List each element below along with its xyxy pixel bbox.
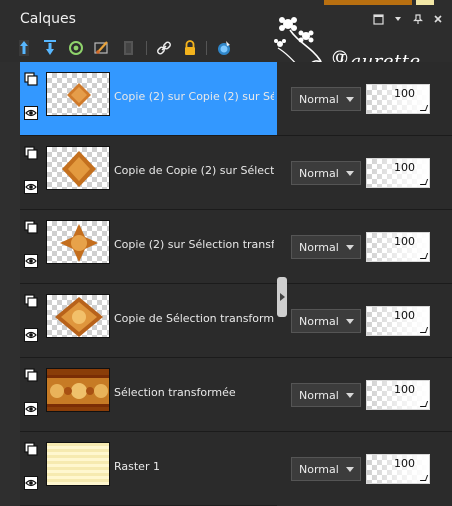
- opacity-field[interactable]: 100: [366, 380, 430, 410]
- panel-window-controls: [372, 13, 444, 25]
- link-icon[interactable]: [154, 38, 174, 58]
- layer-row-main[interactable]: Copie (2) sur Copie (2) sur Sélec: [20, 62, 277, 136]
- layer-name[interactable]: Copie (2) sur Copie (2) sur Sélec: [114, 90, 274, 103]
- layer-type-icon[interactable]: [24, 368, 38, 382]
- layers-gutter: [0, 62, 20, 506]
- layer-name[interactable]: Copie de Copie (2) sur Sélection: [114, 164, 274, 177]
- chevron-down-icon: [346, 245, 354, 250]
- blend-mode-select[interactable]: Normal: [291, 235, 361, 259]
- chevron-down-icon[interactable]: [392, 13, 404, 25]
- new-adjustment-layer-icon[interactable]: [66, 38, 86, 58]
- accent-strip-cream: [416, 0, 434, 5]
- eye-icon[interactable]: [24, 106, 38, 120]
- opacity-value: 100: [394, 235, 415, 248]
- opacity-value: 100: [394, 161, 415, 174]
- layer-name[interactable]: Sélection transformée: [114, 386, 274, 399]
- layer-thumbnail[interactable]: [46, 72, 110, 116]
- layer-row-main[interactable]: Sélection transformée: [20, 358, 277, 432]
- pin-icon[interactable]: [412, 13, 424, 25]
- close-icon[interactable]: [432, 13, 444, 25]
- opacity-field[interactable]: 100: [366, 306, 430, 336]
- opacity-field[interactable]: 100: [366, 158, 430, 188]
- new-vector-layer-icon[interactable]: [40, 38, 60, 58]
- layer-thumbnail[interactable]: [46, 146, 110, 190]
- blend-mode-value: Normal: [299, 388, 339, 402]
- chevron-right-icon: [279, 293, 285, 301]
- eye-icon[interactable]: [24, 328, 38, 342]
- layer-name[interactable]: Copie (2) sur Sélection transfor: [114, 238, 274, 251]
- layer-row-main[interactable]: Copie de Sélection transformée: [20, 284, 277, 358]
- layer-row[interactable]: Sélection transformée Normal 100: [20, 358, 452, 432]
- toolbar-separator: [206, 41, 207, 55]
- layer-name[interactable]: Raster 1: [114, 460, 274, 473]
- chevron-down-icon: [346, 319, 354, 324]
- opacity-field[interactable]: 100: [366, 232, 430, 262]
- layer-thumbnail[interactable]: [46, 220, 110, 264]
- panel-options-icon[interactable]: [372, 13, 384, 25]
- new-raster-layer-icon[interactable]: [14, 38, 34, 58]
- layer-row[interactable]: Copie (2) sur Copie (2) sur Sélec Normal…: [20, 62, 452, 136]
- accent-strip-brown: [324, 0, 412, 5]
- opacity-value: 100: [394, 383, 415, 396]
- layer-name[interactable]: Copie de Sélection transformée: [114, 312, 274, 325]
- layer-row-main[interactable]: Copie (2) sur Sélection transfor: [20, 210, 277, 284]
- layer-type-icon[interactable]: [24, 442, 38, 456]
- layers-toolbar: [0, 34, 452, 62]
- blend-mode-value: Normal: [299, 462, 339, 476]
- chevron-down-icon: [346, 171, 354, 176]
- opacity-field[interactable]: 100: [366, 454, 430, 484]
- lock-icon[interactable]: [180, 38, 200, 58]
- opacity-field[interactable]: 100: [366, 84, 430, 114]
- chevron-down-icon: [346, 97, 354, 102]
- eye-icon[interactable]: [24, 476, 38, 490]
- layer-type-icon[interactable]: [24, 294, 38, 308]
- paintbrush-icon[interactable]: [92, 38, 112, 58]
- chevron-down-icon: [346, 467, 354, 472]
- opacity-value: 100: [394, 87, 415, 100]
- layer-thumbnail[interactable]: [46, 368, 110, 412]
- eye-drop-icon[interactable]: [214, 38, 234, 58]
- layer-row-main[interactable]: Raster 1: [20, 432, 277, 506]
- opacity-value: 100: [394, 457, 415, 470]
- layer-row[interactable]: Raster 1 Normal 100: [20, 432, 452, 506]
- panel-title-bar: Calques: [0, 0, 452, 34]
- opacity-value: 100: [394, 309, 415, 322]
- blend-mode-value: Normal: [299, 166, 339, 180]
- layer-row[interactable]: Copie (2) sur Sélection transfor Normal …: [20, 210, 452, 284]
- blend-mode-select[interactable]: Normal: [291, 457, 361, 481]
- delete-layer-icon[interactable]: [118, 38, 138, 58]
- blend-mode-select[interactable]: Normal: [291, 161, 361, 185]
- layer-thumbnail[interactable]: [46, 294, 110, 338]
- panel-title: Calques: [20, 11, 76, 27]
- layer-row[interactable]: Copie de Sélection transformée Normal 10…: [20, 284, 452, 358]
- blend-mode-value: Normal: [299, 240, 339, 254]
- layer-type-icon[interactable]: [24, 146, 38, 160]
- blend-mode-select[interactable]: Normal: [291, 87, 361, 111]
- layer-type-icon[interactable]: [24, 220, 38, 234]
- blend-mode-select[interactable]: Normal: [291, 383, 361, 407]
- blend-mode-select[interactable]: Normal: [291, 309, 361, 333]
- blend-mode-value: Normal: [299, 314, 339, 328]
- eye-icon[interactable]: [24, 402, 38, 416]
- layer-row[interactable]: Copie de Copie (2) sur Sélection Normal …: [20, 136, 452, 210]
- panel-collapse-handle[interactable]: [277, 277, 287, 317]
- chevron-down-icon: [346, 393, 354, 398]
- blend-mode-value: Normal: [299, 92, 339, 106]
- layer-type-icon[interactable]: [24, 72, 38, 86]
- layer-thumbnail[interactable]: [46, 442, 110, 486]
- eye-icon[interactable]: [24, 180, 38, 194]
- toolbar-separator: [146, 41, 147, 55]
- eye-icon[interactable]: [24, 254, 38, 268]
- layer-row-main[interactable]: Copie de Copie (2) sur Sélection: [20, 136, 277, 210]
